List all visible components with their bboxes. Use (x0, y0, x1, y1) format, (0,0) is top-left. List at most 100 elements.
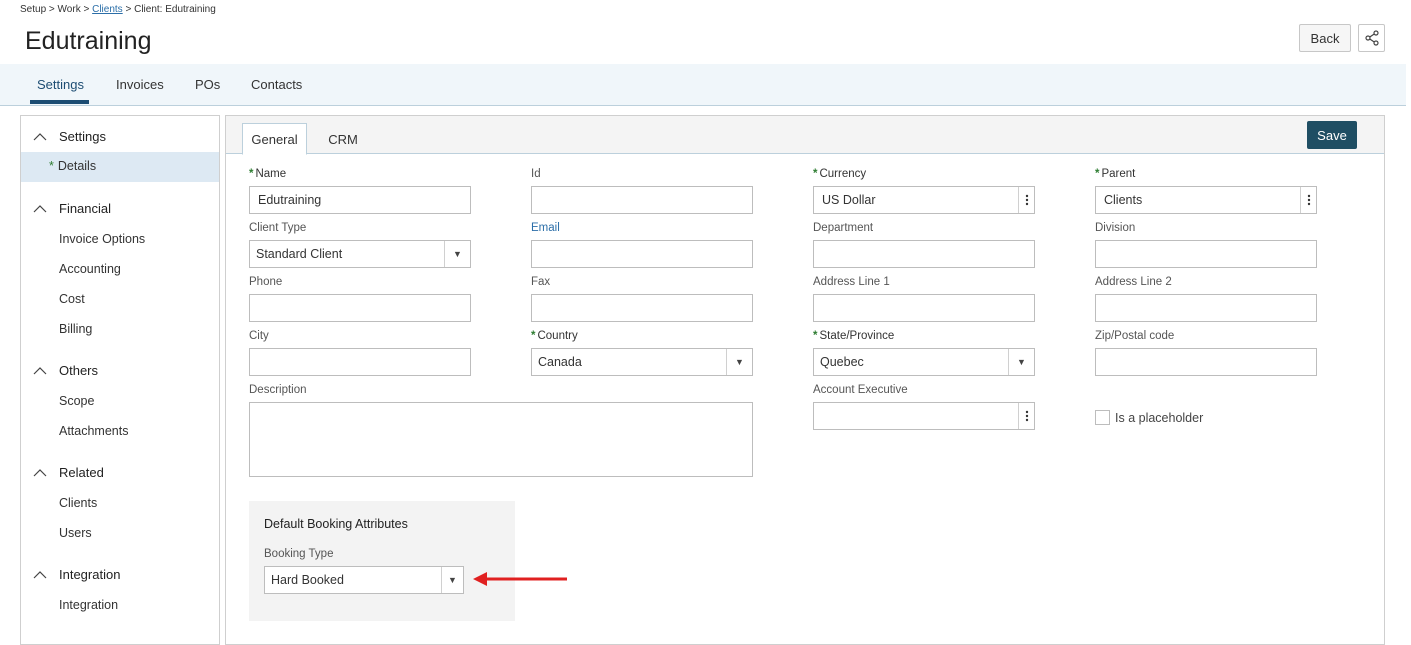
city-label: City (249, 330, 269, 342)
booking-type-select[interactable]: Hard Booked ▼ (264, 566, 464, 594)
sidebar-item-details[interactable]: * Details (21, 152, 219, 182)
client-type-select[interactable]: Standard Client ▼ (249, 240, 471, 268)
name-label-text: Name (255, 168, 287, 180)
breadcrumb-sep: > (48, 4, 55, 15)
breadcrumb-work[interactable]: Work (58, 4, 81, 15)
placeholder-checkbox[interactable] (1095, 410, 1110, 425)
sidebar-section-title: Integration (59, 567, 121, 582)
name-label: * Name (249, 168, 286, 180)
name-field-value: Edutraining (258, 193, 322, 207)
breadcrumb-current: Client: Edutraining (134, 4, 216, 15)
address2-field[interactable] (1095, 294, 1317, 322)
sidebar-item-cost[interactable]: Cost (59, 292, 85, 306)
currency-label: * Currency (813, 168, 866, 180)
required-star-icon: * (1095, 168, 1100, 180)
chevron-up-icon (33, 132, 47, 140)
parent-value: Clients (1104, 193, 1143, 207)
tab-contacts[interactable]: Contacts (251, 77, 302, 92)
tab-settings[interactable]: Settings (37, 77, 84, 92)
country-select[interactable]: Canada ▼ (531, 348, 753, 376)
sidebar-section-title: Settings (59, 129, 106, 144)
dropdown-arrow-icon[interactable]: ▼ (441, 567, 463, 593)
sidebar-item-billing[interactable]: Billing (59, 322, 92, 336)
state-label-text: State/Province (819, 330, 895, 342)
city-field[interactable] (249, 348, 471, 376)
back-button[interactable]: Back (1299, 24, 1351, 52)
state-value: Quebec (820, 355, 864, 369)
state-select[interactable]: Quebec ▼ (813, 348, 1035, 376)
sidebar-section-related[interactable]: Related (33, 465, 104, 480)
department-label: Department (813, 222, 874, 234)
parent-label-text: Parent (1101, 168, 1136, 180)
tab-general[interactable]: General (242, 123, 307, 155)
address1-field[interactable] (813, 294, 1035, 322)
tab-crm[interactable]: CRM (326, 123, 360, 155)
breadcrumb-sep: > (125, 4, 132, 15)
sidebar-section-settings[interactable]: Settings (33, 129, 106, 144)
sidebar-section-others[interactable]: Others (33, 363, 98, 378)
department-field[interactable] (813, 240, 1035, 268)
booking-attributes-panel: Default Booking Attributes Booking Type … (249, 501, 515, 621)
currency-value: US Dollar (822, 193, 876, 207)
phone-label: Phone (249, 276, 283, 288)
dropdown-arrow-icon[interactable]: ▼ (726, 349, 752, 375)
phone-field[interactable] (249, 294, 471, 322)
dropdown-arrow-icon[interactable]: ▼ (444, 241, 470, 267)
address1-label: Address Line 1 (813, 276, 890, 288)
more-options-icon[interactable] (1018, 403, 1034, 429)
sidebar-section-title: Financial (59, 201, 112, 216)
sidebar-item-invoice-options[interactable]: Invoice Options (59, 232, 145, 246)
country-label-text: Country (537, 330, 578, 342)
fax-field[interactable] (531, 294, 753, 322)
more-options-icon[interactable] (1018, 187, 1034, 213)
breadcrumb-setup[interactable]: Setup (20, 4, 46, 15)
breadcrumb-clients[interactable]: Clients (92, 4, 123, 15)
id-field[interactable] (531, 186, 753, 214)
booking-type-value: Hard Booked (271, 573, 344, 587)
sidebar-section-title: Related (59, 465, 104, 480)
sidebar-item-integration[interactable]: Integration (59, 598, 118, 612)
parent-field[interactable]: Clients (1095, 186, 1317, 214)
sidebar-section-integration[interactable]: Integration (33, 567, 120, 582)
dropdown-arrow-icon[interactable]: ▼ (1008, 349, 1034, 375)
save-button[interactable]: Save (1307, 121, 1357, 149)
page-title: Edutraining (25, 27, 152, 55)
chevron-up-icon (33, 204, 47, 212)
parent-label: * Parent (1095, 168, 1135, 180)
more-options-icon[interactable] (1300, 187, 1316, 213)
content-panel: General CRM Save * Name Edutraining Id * C… (225, 115, 1385, 645)
chevron-up-icon (33, 366, 47, 374)
account-exec-field[interactable] (813, 402, 1035, 430)
sidebar-item-clients[interactable]: Clients (59, 496, 97, 510)
currency-label-text: Currency (819, 168, 867, 180)
sidebar-section-title: Others (59, 363, 99, 378)
name-field[interactable]: Edutraining (249, 186, 471, 214)
share-button[interactable] (1358, 24, 1385, 52)
currency-field[interactable]: US Dollar (813, 186, 1035, 214)
description-label: Description (249, 384, 307, 396)
tab-invoices[interactable]: Invoices (116, 77, 164, 92)
sidebar-item-accounting[interactable]: Accounting (59, 262, 121, 276)
description-textarea[interactable] (249, 402, 753, 477)
division-field[interactable] (1095, 240, 1317, 268)
email-field[interactable] (531, 240, 753, 268)
active-tab-indicator (30, 100, 89, 104)
annotation-arrow-icon (473, 572, 567, 586)
account-exec-label: Account Executive (813, 384, 908, 396)
tab-pos[interactable]: POs (195, 77, 220, 92)
required-star-icon: * (531, 330, 536, 342)
sidebar-item-scope[interactable]: Scope (59, 394, 94, 408)
sidebar-item-attachments[interactable]: Attachments (59, 424, 128, 438)
sidebar-item-users[interactable]: Users (59, 526, 92, 540)
sidebar-item-label: Details (57, 159, 97, 173)
address2-label: Address Line 2 (1095, 276, 1172, 288)
content-tabs: General CRM Save (226, 116, 1384, 155)
breadcrumb-sep: > (83, 4, 90, 15)
booking-type-label: Booking Type (264, 548, 334, 560)
chevron-up-icon (33, 468, 47, 476)
sidebar-section-financial[interactable]: Financial (33, 201, 111, 216)
required-star-icon: * (813, 168, 818, 180)
zip-field[interactable] (1095, 348, 1317, 376)
division-label: Division (1095, 222, 1136, 234)
client-type-label: Client Type (249, 222, 307, 234)
